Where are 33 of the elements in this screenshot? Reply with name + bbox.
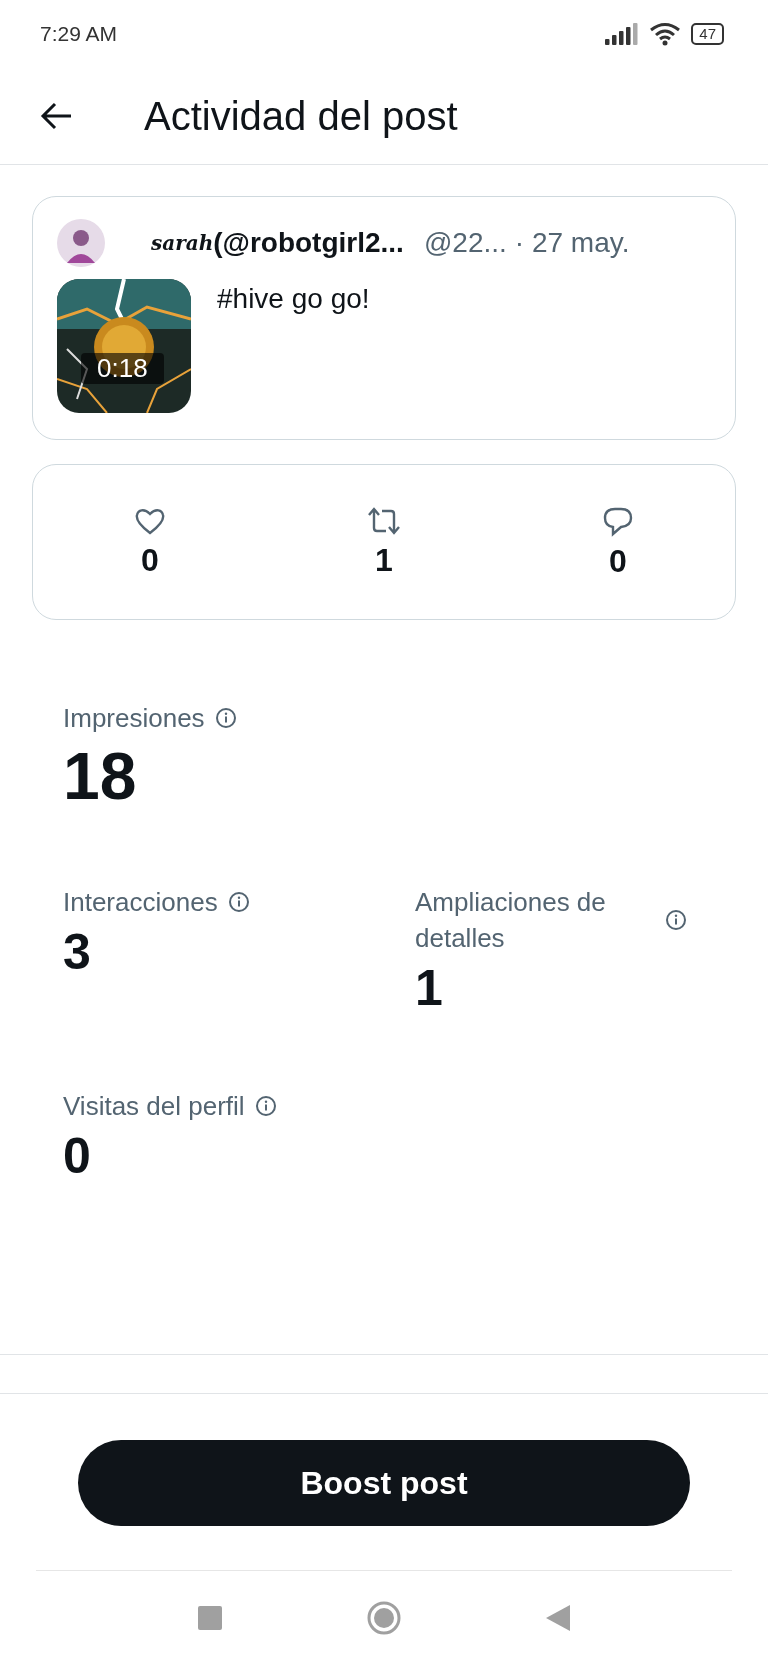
engagement-count: 0: [141, 541, 159, 579]
engagement-count: 1: [375, 541, 393, 579]
home-icon[interactable]: [366, 1599, 402, 1636]
metric-value: 18: [63, 738, 138, 815]
wifi-icon: [649, 22, 682, 46]
video-duration: 0:18: [81, 353, 164, 384]
metric-value: 0: [63, 1127, 92, 1186]
post-card[interactable]: sarah(@robotgirl2... @22... · 27 may. 0:18 #hive go go!: [32, 196, 736, 440]
back-icon[interactable]: [546, 1604, 570, 1631]
post-text: #hive go go!: [217, 283, 370, 316]
post-date: · 27 may.: [514, 227, 630, 259]
info-icon[interactable]: [665, 909, 687, 931]
metric-label: Visitas del perfil: [63, 1090, 245, 1123]
page-title: Actividad del post: [144, 93, 458, 139]
metric-value: 1: [415, 959, 444, 1018]
signal-icon: [605, 23, 640, 45]
metric-label: Interacciones: [63, 886, 218, 919]
engagement-count: 0: [609, 542, 627, 580]
metric-value: 3: [63, 923, 92, 982]
avatar: [57, 219, 105, 267]
boost-post-button[interactable]: Boost post: [78, 1440, 690, 1526]
handle: (@robotgirl2...: [213, 227, 404, 259]
info-icon[interactable]: [214, 707, 237, 729]
battery-icon: 47: [691, 23, 724, 45]
username: @22...: [423, 227, 507, 259]
metric-label: Ampliaciones de detalles: [415, 886, 607, 955]
info-icon[interactable]: [254, 1095, 277, 1117]
recents-icon[interactable]: [198, 1605, 222, 1630]
status-time: 7:29 AM: [40, 22, 118, 46]
display-name: sarah: [151, 231, 214, 255]
repost-icon: [366, 505, 402, 536]
metric-label: Impresiones: [63, 702, 205, 735]
info-icon[interactable]: [227, 891, 250, 913]
